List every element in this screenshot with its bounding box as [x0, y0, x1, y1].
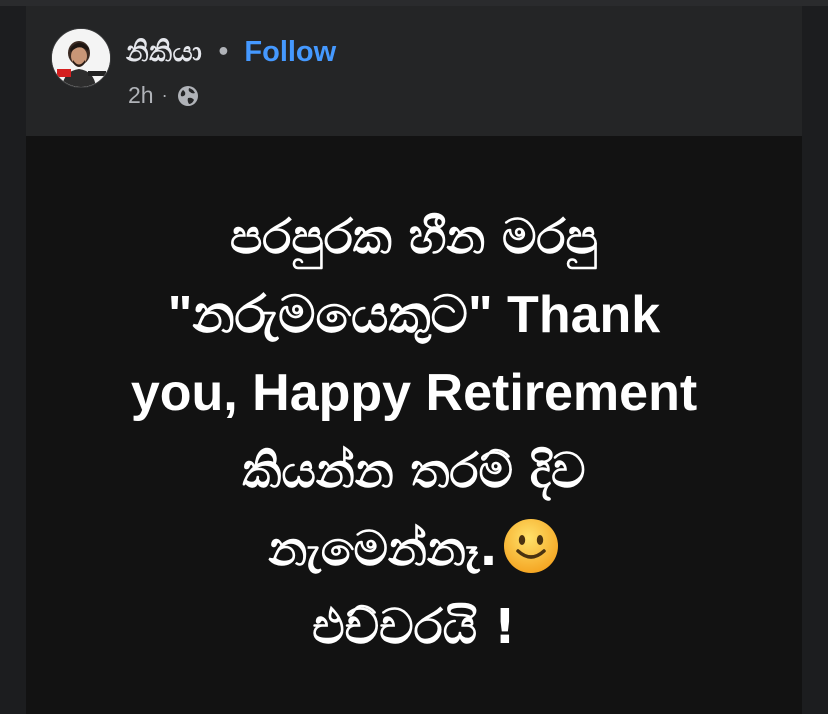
separator-dot: •: [216, 39, 231, 65]
post-text-block: පරපුරක හීන මරපු "නරුමයෙකුට" Thank you, H…: [26, 198, 802, 666]
post-header: නිකියා • Follow 2h ·: [26, 6, 802, 136]
author-avatar[interactable]: [51, 28, 111, 88]
post-text-line: "නරුමයෙකුට" Thank: [167, 286, 661, 344]
post-text-line: you, Happy Retirement: [130, 364, 698, 422]
follow-button[interactable]: Follow: [244, 36, 336, 69]
author-row: නිකියා • Follow: [126, 32, 336, 72]
post-text-line-with-emoji: නැමෙන්නෑ.: [26, 510, 802, 588]
post-image[interactable]: පරපුරක හීන මරපු "නරුමයෙකුට" Thank you, H…: [26, 136, 802, 714]
slightly-smiling-face-icon: [502, 517, 560, 575]
meta-separator: ·: [161, 85, 168, 105]
post-text-line: නැමෙන්නෑ.: [268, 521, 498, 577]
feed-background: නිකියා • Follow 2h · පරපුරක හීන මරපු "නර…: [0, 0, 828, 714]
globe-icon[interactable]: [176, 84, 200, 108]
post-text-line: එච්චරයි !: [312, 599, 516, 655]
avatar-image: [52, 29, 110, 87]
post-timestamp[interactable]: 2h: [128, 82, 154, 109]
post-text-line: පරපුරක හීන මරපු: [229, 209, 599, 265]
post-card: නිකියා • Follow 2h · පරපුරක හීන මරපු "නර…: [26, 6, 802, 714]
author-name[interactable]: නිකියා: [126, 35, 202, 69]
post-text-line: කියන්න තරම් දිව: [242, 443, 586, 499]
post-meta: 2h ·: [128, 82, 200, 109]
